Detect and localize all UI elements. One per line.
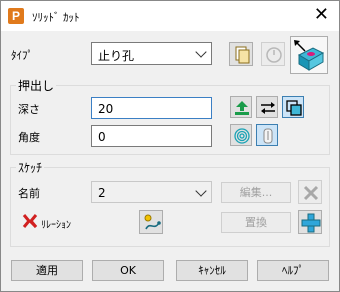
copy-icon bbox=[235, 46, 250, 64]
reverse-direction-button[interactable] bbox=[256, 96, 278, 118]
name-label: 名前 bbox=[18, 187, 40, 200]
sketch-path-icon bbox=[144, 214, 161, 230]
preview-button[interactable] bbox=[290, 36, 328, 74]
taper-icon bbox=[263, 128, 273, 144]
depth-field[interactable]: 20 bbox=[91, 97, 212, 119]
symmetric-button[interactable] bbox=[282, 96, 304, 118]
draft-options-button[interactable] bbox=[230, 124, 252, 146]
chevron-down-icon bbox=[195, 46, 207, 58]
ok-button[interactable]: OK bbox=[92, 260, 164, 281]
add-sketch-button[interactable] bbox=[298, 210, 322, 234]
sketch-group: ｽｹｯﾁ bbox=[10, 159, 330, 247]
history-button[interactable] bbox=[261, 42, 285, 66]
sketch-name-value: 2 bbox=[98, 186, 106, 200]
sketch-name-dropdown[interactable]: 2 bbox=[91, 181, 212, 203]
title-bar: P ｿﾘｯﾄﾞ ｶｯﾄ ✕ bbox=[1, 1, 339, 31]
delete-sketch-button[interactable] bbox=[298, 180, 322, 204]
chevron-down-icon bbox=[195, 185, 207, 197]
relation-label: ﾘﾚｰｼｮﾝ bbox=[41, 220, 71, 231]
extrude-up-button[interactable] bbox=[230, 96, 252, 118]
close-icon[interactable]: ✕ bbox=[314, 5, 329, 25]
type-label: ﾀｲﾌﾟ bbox=[11, 49, 33, 62]
delete-x-icon bbox=[303, 185, 319, 201]
swap-arrows-icon bbox=[261, 102, 275, 114]
concentric-circles-icon bbox=[234, 128, 250, 144]
type-dropdown[interactable]: 止り孔 bbox=[91, 42, 212, 65]
taper-button[interactable] bbox=[256, 124, 278, 146]
angle-label: 角度 bbox=[18, 131, 40, 144]
extrude-group-title: 押出し bbox=[16, 77, 57, 94]
angle-field[interactable]: 0 bbox=[91, 125, 212, 147]
edit-button[interactable]: 編集... bbox=[221, 182, 291, 203]
plus-icon bbox=[301, 213, 321, 233]
type-dropdown-value: 止り孔 bbox=[98, 49, 135, 63]
cancel-button[interactable]: ｷｬﾝｾﾙ bbox=[176, 260, 248, 281]
overlap-squares-icon bbox=[286, 100, 302, 116]
depth-value: 20 bbox=[98, 102, 114, 116]
help-button[interactable]: ﾍﾙﾌﾟ bbox=[257, 260, 329, 281]
window-title: ｿﾘｯﾄﾞ ｶｯﾄ bbox=[32, 11, 80, 24]
clock-icon bbox=[266, 47, 282, 63]
angle-value: 0 bbox=[98, 130, 106, 144]
relation-button[interactable] bbox=[139, 210, 163, 234]
solid-cut-preview-icon bbox=[294, 40, 325, 71]
depth-label: 深さ bbox=[18, 103, 40, 116]
solid-cut-dialog: P ｿﾘｯﾄﾞ ｶｯﾄ ✕ ﾀｲﾌﾟ 止り孔 押出し 深さ 20 角度 0 ｽｹ… bbox=[0, 0, 340, 292]
sketch-group-title: ｽｹｯﾁ bbox=[16, 159, 45, 176]
app-logo-icon: P bbox=[8, 8, 24, 24]
relation-status-icon bbox=[22, 214, 38, 229]
extrude-up-icon bbox=[235, 101, 249, 115]
replace-button[interactable]: 置換 bbox=[221, 212, 291, 233]
copy-button[interactable] bbox=[229, 42, 253, 66]
apply-button[interactable]: 適用 bbox=[11, 260, 83, 281]
